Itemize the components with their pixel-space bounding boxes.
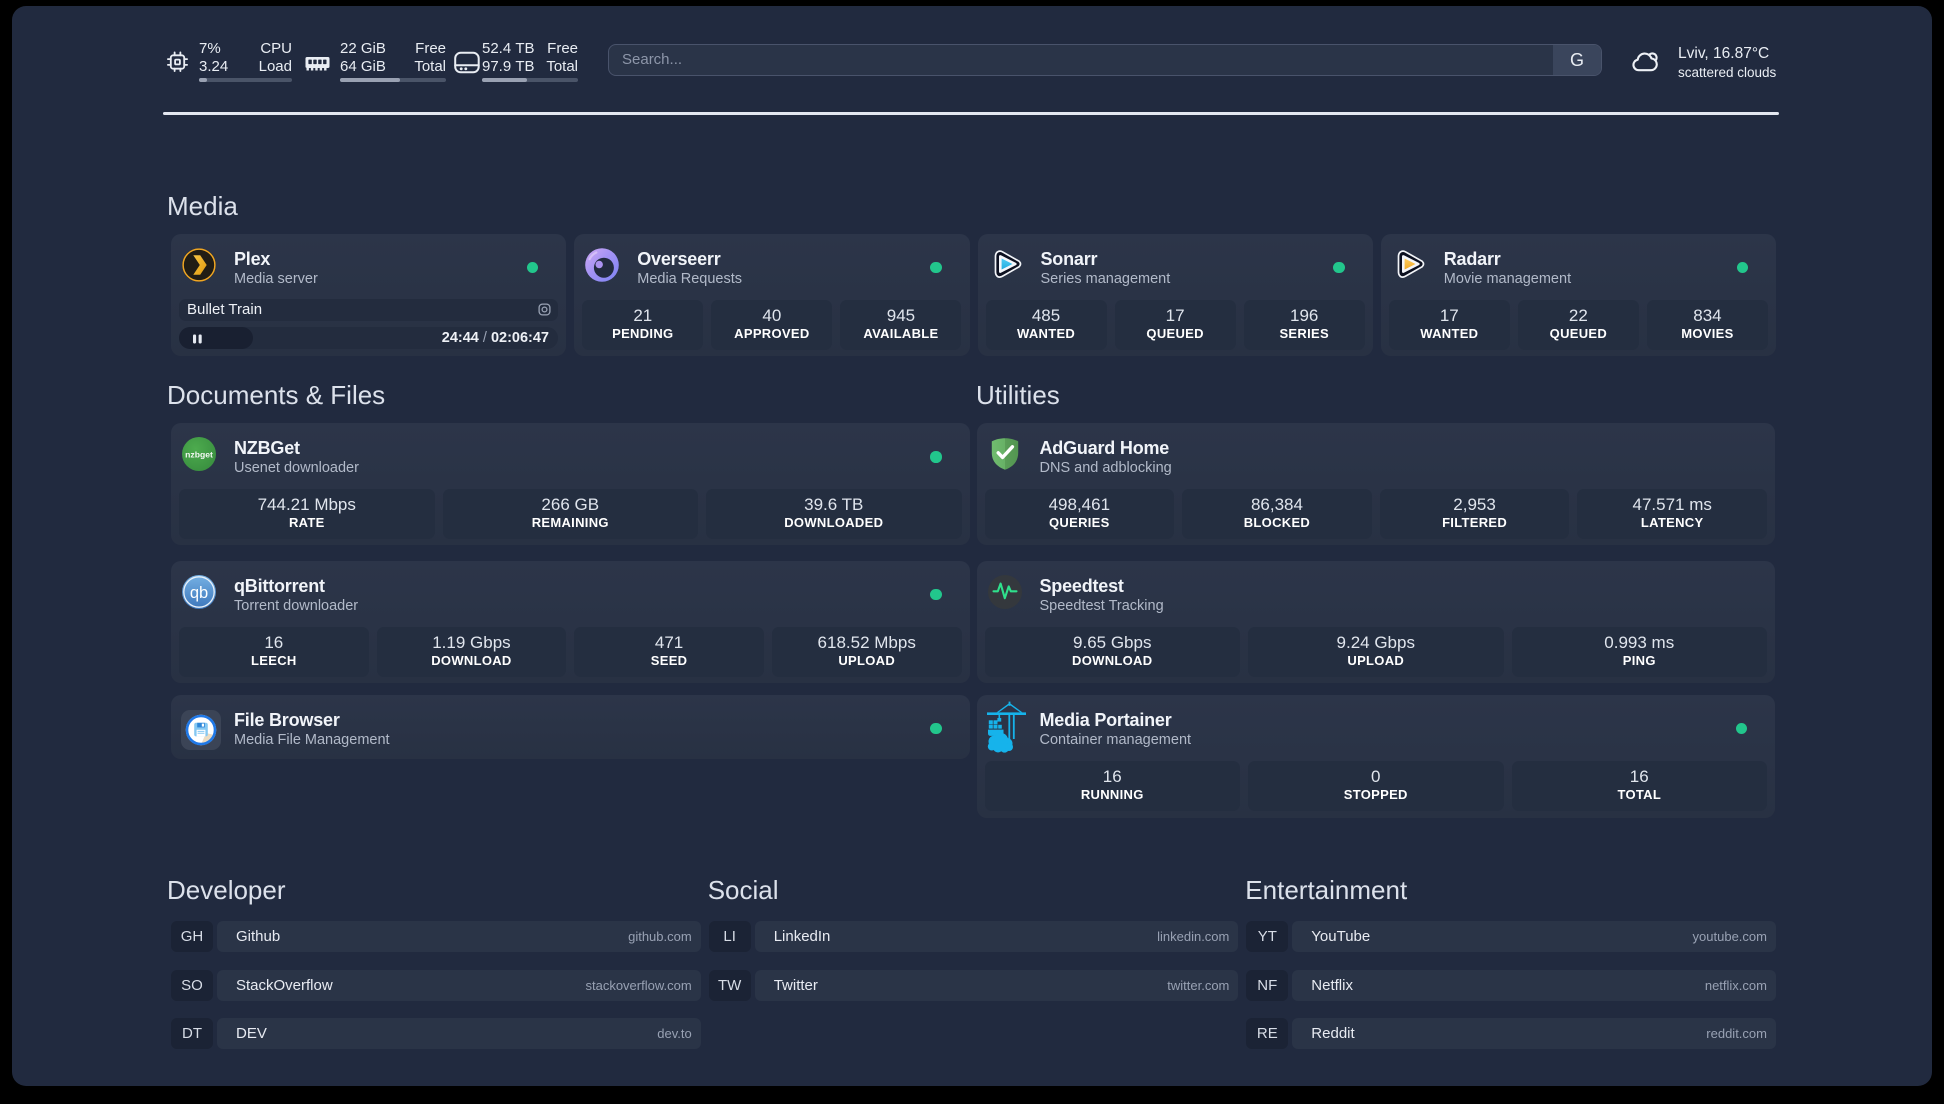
svg-text:qb: qb	[190, 584, 208, 602]
svg-text:nzbget: nzbget	[185, 450, 213, 460]
